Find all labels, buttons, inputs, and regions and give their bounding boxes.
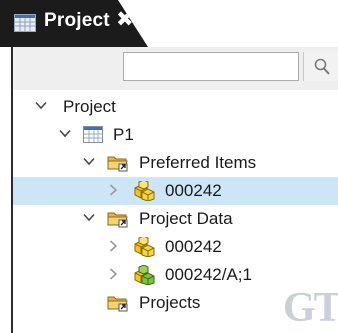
- tree-node-label: Project Data: [139, 209, 233, 228]
- chevron-down-icon[interactable]: [35, 101, 47, 110]
- project-tab[interactable]: Project ✖: [0, 0, 148, 47]
- tab-title: Project: [44, 10, 110, 31]
- tree-node-preferred-000242[interactable]: 000242: [13, 177, 338, 205]
- chevron-right-icon[interactable]: [109, 184, 118, 196]
- tree-node-preferred-items[interactable]: Preferred Items: [13, 149, 338, 177]
- tree-node-label: 000242/A;1: [165, 265, 252, 284]
- close-icon[interactable]: ✖: [116, 8, 134, 32]
- search-button[interactable]: [303, 52, 338, 81]
- folder-link-icon: [107, 293, 129, 317]
- search-bar: [13, 47, 338, 90]
- search-input[interactable]: [123, 52, 299, 81]
- item-cubes-icon: [133, 179, 155, 206]
- tree-node-label: Preferred Items: [139, 153, 257, 172]
- watermark: GT: [283, 285, 338, 331]
- revision-cubes-icon: [133, 264, 155, 290]
- tree-node-project[interactable]: Project: [13, 93, 338, 121]
- project-grid-icon: [83, 126, 103, 148]
- view-tab-bar: Project ✖: [0, 0, 338, 47]
- folder-link-icon: [107, 209, 129, 233]
- tree-node-label: Projects: [139, 293, 201, 312]
- chevron-down-icon[interactable]: [83, 213, 95, 222]
- tree-node-project-data[interactable]: Project Data: [13, 205, 338, 233]
- tree-node-label: Project: [63, 97, 116, 116]
- chevron-down-icon[interactable]: [83, 157, 95, 166]
- project-grid-icon: [14, 14, 36, 37]
- tree-node-label: 000242: [165, 237, 222, 256]
- chevron-right-icon[interactable]: [109, 268, 118, 280]
- tree-node-project-data-000242[interactable]: 000242: [13, 233, 338, 261]
- item-cubes-icon: [133, 235, 155, 262]
- tree-node-p1[interactable]: P1: [13, 121, 338, 149]
- tree-node-label: P1: [113, 125, 134, 144]
- search-icon: [314, 58, 330, 75]
- folder-link-icon: [107, 153, 129, 177]
- chevron-right-icon[interactable]: [109, 240, 118, 252]
- tree-node-label: 000242: [165, 181, 222, 200]
- chevron-down-icon[interactable]: [59, 129, 71, 138]
